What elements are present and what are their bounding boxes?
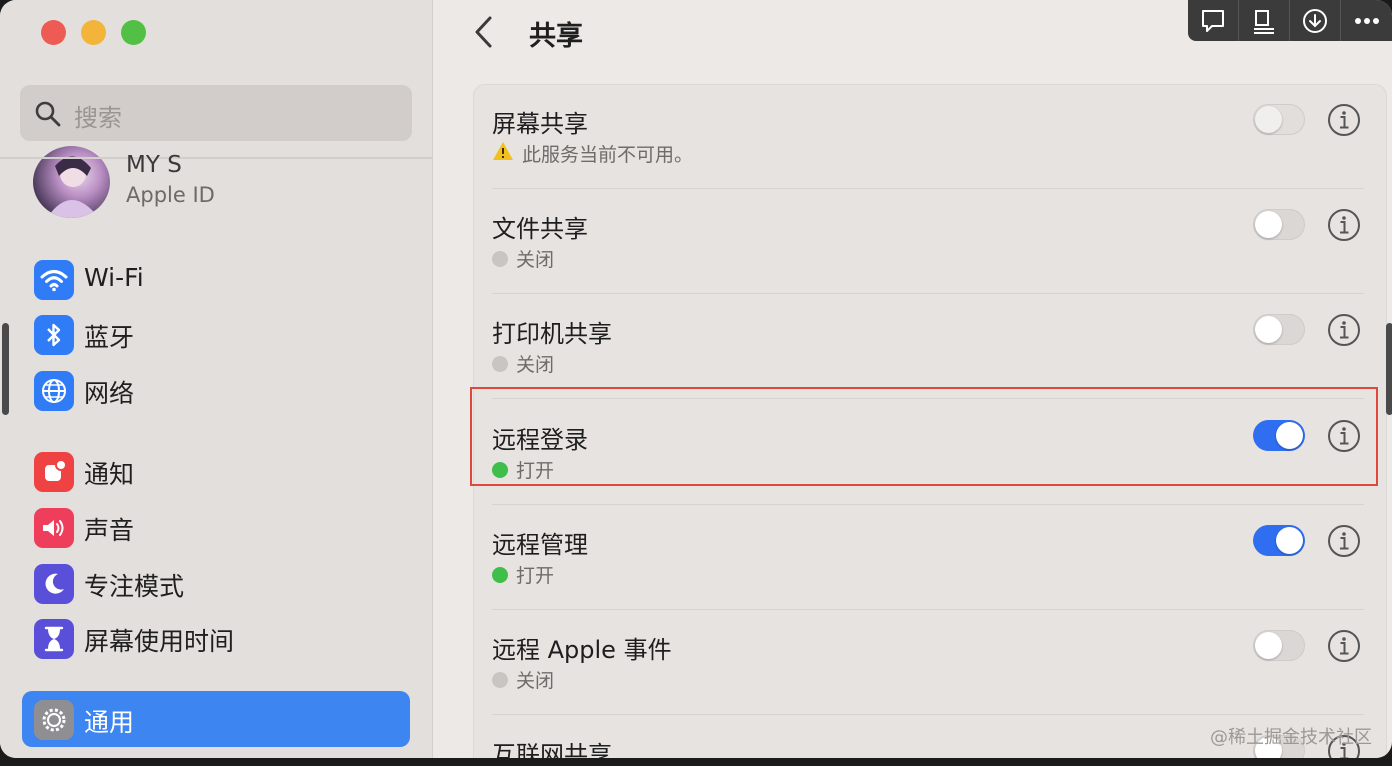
status-dot: [492, 671, 508, 688]
row-status-text: 打开: [516, 460, 555, 482]
close-window-button[interactable]: [41, 20, 66, 45]
sharing-row-printer-sharing: 打印机共享 关闭: [492, 294, 1364, 399]
profile-name[interactable]: MY S: [126, 152, 182, 178]
clipboard-icon[interactable]: [1239, 0, 1290, 41]
sharing-row-remote-apple-events: 远程 Apple 事件 关闭: [492, 610, 1364, 715]
sidebar-item-bluetooth[interactable]: 蓝牙: [22, 306, 410, 362]
info-icon[interactable]: [1327, 313, 1361, 351]
search-field[interactable]: 搜索: [20, 85, 412, 141]
sidebar-item-label: 通用: [84, 708, 135, 737]
sidebar-item-wifi[interactable]: Wi-Fi: [22, 251, 410, 307]
sidebar-item-network[interactable]: 网络: [22, 362, 410, 418]
profile-subtitle[interactable]: Apple ID: [126, 183, 215, 207]
moon-icon: [34, 564, 74, 604]
bluetooth-icon: [34, 315, 74, 355]
sharing-row-remote-login: 远程登录 打开: [492, 400, 1364, 505]
info-icon[interactable]: [1327, 208, 1361, 246]
hourglass-icon: [34, 619, 74, 659]
sidebar-item-label: 通知: [84, 460, 135, 489]
speaker-icon: [34, 508, 74, 548]
row-title: 互联网共享: [492, 741, 612, 758]
toggle-switch[interactable]: [1253, 314, 1305, 345]
sidebar-item-notifications[interactable]: 通知: [22, 443, 410, 499]
sidebar-item-sound[interactable]: 声音: [22, 499, 410, 555]
watermark: @稀土掘金技术社区: [1210, 727, 1372, 748]
system-settings-window: 搜索 MY S Apple ID Wi-Fi 蓝牙 网络 通知 声音 专注模式 …: [0, 0, 1392, 758]
sidebar-item-focus[interactable]: 专注模式: [22, 555, 410, 611]
left-edge-handle: [2, 323, 9, 415]
row-status-text: 打开: [516, 565, 555, 587]
row-title: 远程 Apple 事件: [492, 636, 672, 664]
globe-icon: [34, 371, 74, 411]
wifi-icon: [34, 260, 74, 300]
row-status: 打开: [492, 561, 554, 588]
row-title: 打印机共享: [492, 320, 612, 348]
sidebar-divider: [0, 157, 432, 159]
chevron-left-icon[interactable]: [470, 14, 498, 54]
bell-icon: [34, 452, 74, 492]
row-status: 打开: [492, 456, 554, 483]
overlay-toolbar: [1188, 0, 1392, 41]
info-icon[interactable]: [1327, 103, 1361, 141]
row-title: 远程登录: [492, 426, 588, 454]
sidebar-item-label: 专注模式: [84, 572, 185, 601]
search-placeholder: 搜索: [74, 104, 122, 132]
status-dot: [492, 250, 508, 267]
sharing-row-remote-management: 远程管理 打开: [492, 505, 1364, 610]
row-title: 屏幕共享: [492, 110, 588, 138]
sidebar-item-screen-time[interactable]: 屏幕使用时间: [22, 610, 410, 666]
row-status-text: 关闭: [516, 354, 555, 376]
sidebar-item-label: 声音: [84, 516, 135, 545]
toggle-switch[interactable]: [1253, 420, 1305, 451]
sidebar-item-label: Wi-Fi: [84, 263, 144, 292]
minimize-window-button[interactable]: [81, 20, 106, 45]
sidebar: 搜索 MY S Apple ID Wi-Fi 蓝牙 网络 通知 声音 专注模式 …: [0, 0, 433, 758]
warning-icon: [492, 141, 514, 166]
gear-icon: [34, 700, 74, 740]
status-dot: [492, 355, 508, 372]
row-separator: [492, 398, 1364, 399]
sidebar-item-label: 蓝牙: [84, 323, 135, 352]
row-status: 关闭: [492, 666, 554, 693]
row-title: 文件共享: [492, 215, 588, 243]
search-icon: [34, 100, 62, 132]
info-icon[interactable]: [1327, 629, 1361, 667]
right-edge-handle: [1386, 323, 1392, 415]
download-icon[interactable]: [1290, 0, 1341, 41]
row-title: 远程管理: [492, 531, 588, 559]
more-icon[interactable]: [1341, 0, 1392, 41]
status-dot: [492, 566, 508, 583]
toggle-switch[interactable]: [1253, 209, 1305, 240]
row-status: 关闭: [492, 350, 554, 377]
status-dot: [492, 461, 508, 478]
comment-icon[interactable]: [1188, 0, 1239, 41]
toggle-switch[interactable]: [1253, 104, 1305, 135]
zoom-window-button[interactable]: [121, 20, 146, 45]
row-status-text: 关闭: [516, 670, 555, 692]
row-status: 关闭: [492, 245, 554, 272]
sharing-row-file-sharing: 文件共享 关闭: [492, 189, 1364, 294]
page-title: 共享: [529, 21, 583, 52]
info-icon[interactable]: [1327, 419, 1361, 457]
toggle-switch[interactable]: [1253, 630, 1305, 661]
toggle-switch[interactable]: [1253, 525, 1305, 556]
row-status-text: 此服务当前不可用。: [522, 144, 694, 166]
sharing-row-screen-sharing: 屏幕共享 此服务当前不可用。: [492, 84, 1364, 189]
sidebar-item-label: 屏幕使用时间: [84, 627, 235, 656]
row-status-text: 关闭: [516, 249, 555, 271]
row-status: 此服务当前不可用。: [492, 140, 693, 167]
sidebar-item-general[interactable]: 通用: [22, 691, 410, 747]
info-icon[interactable]: [1327, 524, 1361, 562]
sidebar-item-label: 网络: [84, 379, 135, 408]
